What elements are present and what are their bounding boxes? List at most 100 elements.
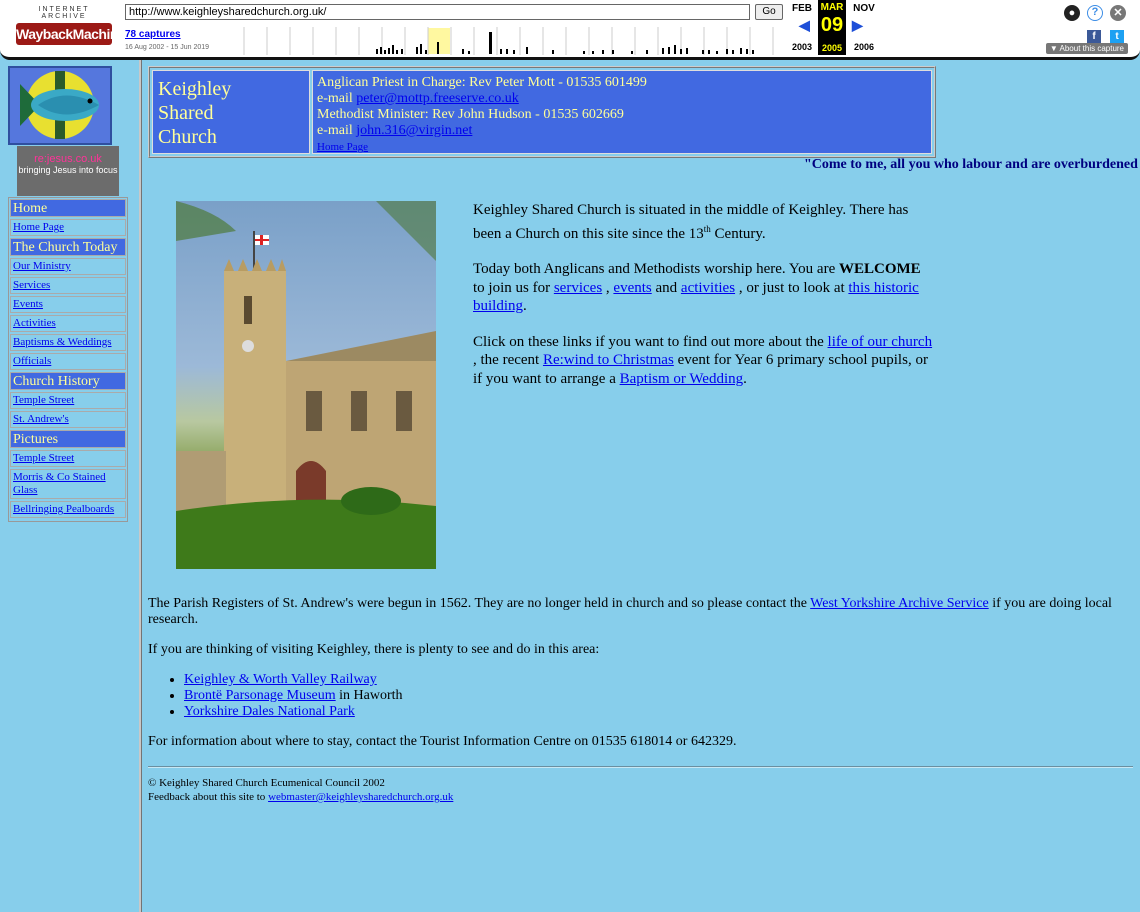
navigation-frame[interactable]: re:jesus.co.uk bringing Jesus into focus…: [0, 60, 142, 912]
nav-link-pealboards[interactable]: Bellringing Pealboards: [13, 503, 114, 515]
twitter-icon[interactable]: t: [1110, 30, 1124, 44]
help-icon[interactable]: ?: [1087, 5, 1103, 21]
current-capture-date: MAR 09 2005: [818, 0, 846, 55]
nav-heading-home: Home: [10, 199, 126, 217]
captures-link[interactable]: 78 captures: [125, 29, 181, 40]
nav-link-officials[interactable]: Officials: [13, 355, 51, 367]
services-link[interactable]: services: [554, 280, 602, 296]
email-label: e-mail: [317, 91, 353, 106]
about-capture-button[interactable]: ▼ About this capture: [1045, 43, 1128, 54]
about-capture-label: About this capture: [1059, 44, 1124, 53]
current-year-label: 2005: [821, 43, 843, 53]
next-month-label[interactable]: NOV: [850, 3, 878, 14]
capture-range: 16 Aug 2002 - 15 Jun 2019: [125, 44, 210, 51]
wayback-toolbar: INTERNET ARCHIVE WaybackMachine http://w…: [0, 0, 1140, 60]
next-capture-arrow-icon[interactable]: ▶: [852, 17, 863, 34]
scrolling-verse: "Come to me, all you who labour and are …: [804, 157, 1138, 172]
footer-divider: [148, 766, 1133, 768]
intro-p3-a: Click on these links if you want to find…: [473, 333, 828, 350]
go-button[interactable]: Go: [755, 4, 783, 20]
current-day-label: 09: [820, 14, 844, 36]
railway-link[interactable]: Keighley & Worth Valley Railway: [184, 672, 377, 687]
prev-month-label[interactable]: FEB: [788, 3, 816, 14]
next-year-label[interactable]: 2006: [850, 42, 878, 52]
header-table: Keighley Shared Church Anglican Priest i…: [148, 66, 936, 158]
capture-calendar: FEB ◀ 2003 MAR 09 2005 NOV ▶ 2006: [788, 0, 888, 55]
nav-item-st-andrews: St. Andrew's: [10, 411, 126, 428]
nav-menu: Home Home Page The Church Today Our Mini…: [8, 197, 128, 522]
nav-link-baptisms-weddings[interactable]: Baptisms & Weddings: [13, 336, 112, 348]
nav-item-our-ministry: Our Ministry: [10, 258, 126, 275]
nav-link-events[interactable]: Events: [13, 298, 43, 310]
events-link[interactable]: events: [613, 280, 651, 296]
nav-link-stained-glass[interactable]: Morris & Co Stained Glass: [13, 471, 106, 496]
nav-link-temple-street-pictures[interactable]: Temple Street: [13, 452, 74, 464]
lower-content: The Parish Registers of St. Andrew's wer…: [148, 596, 1138, 764]
intro-paragraph-2: Today both Anglicans and Methodists wors…: [473, 260, 933, 316]
nav-item-officials: Officials: [10, 353, 126, 370]
period: .: [743, 370, 747, 387]
intro-p1-end: Century.: [710, 225, 766, 242]
priest-contact: Anglican Priest in Charge: Rev Peter Mot…: [317, 75, 647, 90]
life-of-church-link[interactable]: life of our church: [828, 334, 933, 350]
rewind-christmas-link[interactable]: Re:wind to Christmas: [543, 352, 674, 368]
dales-park-link[interactable]: Yorkshire Dales National Park: [184, 704, 355, 719]
minister-email-row: e-mail john.316@virgin.net: [317, 123, 927, 139]
tourist-info-paragraph: For information about where to stay, con…: [148, 734, 737, 749]
nav-link-st-andrews[interactable]: St. Andrew's: [13, 413, 69, 425]
webmaster-email-link[interactable]: webmaster@keighleysharedchurch.org.uk: [268, 791, 453, 803]
nav-link-temple-street-history[interactable]: Temple Street: [13, 394, 74, 406]
rejesus-brand: re:jesus.co.uk: [34, 153, 102, 165]
copyright-text: © Keighley Shared Church Ecumenical Coun…: [148, 777, 385, 789]
intro-p3-b: , the recent: [473, 352, 543, 368]
attraction-suffix: in Haworth: [335, 688, 403, 703]
bronte-museum-link[interactable]: Brontë Parsonage Museum: [184, 688, 336, 703]
site-title-line: Church: [158, 126, 217, 148]
church-fish-logo[interactable]: [8, 66, 112, 145]
nav-item-events: Events: [10, 296, 126, 313]
wayback-machine-wordmark: WaybackMachine: [16, 23, 126, 45]
header-home-link[interactable]: Home Page: [317, 141, 368, 153]
nav-item-temple-street-history: Temple Street: [10, 392, 126, 409]
priest-email-row: e-mail peter@mottp.freeserve.co.uk: [317, 91, 927, 107]
close-icon[interactable]: ✕: [1110, 5, 1126, 21]
registers-paragraph: The Parish Registers of St. Andrew's wer…: [148, 596, 1138, 628]
and-text: and: [651, 279, 681, 296]
registers-text-a: The Parish Registers of St. Andrew's wer…: [148, 596, 811, 611]
site-title-line: Shared: [158, 102, 214, 124]
priest-email-link[interactable]: peter@mottp.freeserve.co.uk: [356, 91, 519, 106]
prev-capture-arrow-icon[interactable]: ◀: [799, 17, 810, 34]
site-title: Keighley Shared Church: [152, 70, 310, 154]
nav-heading-church-today: The Church Today: [10, 238, 126, 256]
facebook-icon[interactable]: f: [1087, 30, 1101, 44]
church-photo: [176, 201, 436, 569]
baptism-wedding-link[interactable]: Baptism or Wedding: [620, 371, 744, 387]
nav-item-home-page: Home Page: [10, 219, 126, 236]
nav-link-services[interactable]: Services: [13, 279, 50, 291]
nav-link-home-page[interactable]: Home Page: [13, 221, 64, 233]
period: .: [523, 298, 527, 314]
nav-item-activities: Activities: [10, 315, 126, 332]
internet-archive-label: INTERNET ARCHIVE: [38, 6, 90, 20]
rejesus-tagline: bringing Jesus into focus: [18, 165, 118, 175]
nav-item-stained-glass: Morris & Co Stained Glass: [10, 469, 126, 499]
intro-p1-text: Keighley Shared Church is situated in th…: [473, 202, 909, 242]
wayback-logo[interactable]: INTERNET ARCHIVE WaybackMachine: [16, 6, 126, 46]
nav-item-temple-street-pictures: Temple Street: [10, 450, 126, 467]
prev-year-label[interactable]: 2003: [788, 42, 816, 52]
current-month-label: MAR: [820, 2, 844, 13]
archive-service-link[interactable]: West Yorkshire Archive Service: [810, 596, 989, 611]
activities-link[interactable]: activities: [681, 280, 735, 296]
feedback-row: Feedback about this site to webmaster@ke…: [148, 790, 453, 804]
nav-link-our-ministry[interactable]: Our Ministry: [13, 260, 71, 272]
nav-link-activities[interactable]: Activities: [13, 317, 56, 329]
rejesus-banner[interactable]: re:jesus.co.uk bringing Jesus into focus: [17, 146, 119, 196]
nav-item-baptisms-weddings: Baptisms & Weddings: [10, 334, 126, 351]
footer: © Keighley Shared Church Ecumenical Coun…: [148, 776, 453, 804]
minister-email-link[interactable]: john.316@virgin.net: [356, 123, 472, 138]
header-home-row: Home Page: [317, 139, 927, 155]
intro-p2-a: Today both Anglicans and Methodists wors…: [473, 261, 839, 277]
url-input[interactable]: http://www.keighleysharedchurch.org.uk/: [125, 4, 750, 20]
user-icon[interactable]: ●: [1064, 5, 1080, 21]
capture-sparkline[interactable]: [230, 27, 785, 55]
